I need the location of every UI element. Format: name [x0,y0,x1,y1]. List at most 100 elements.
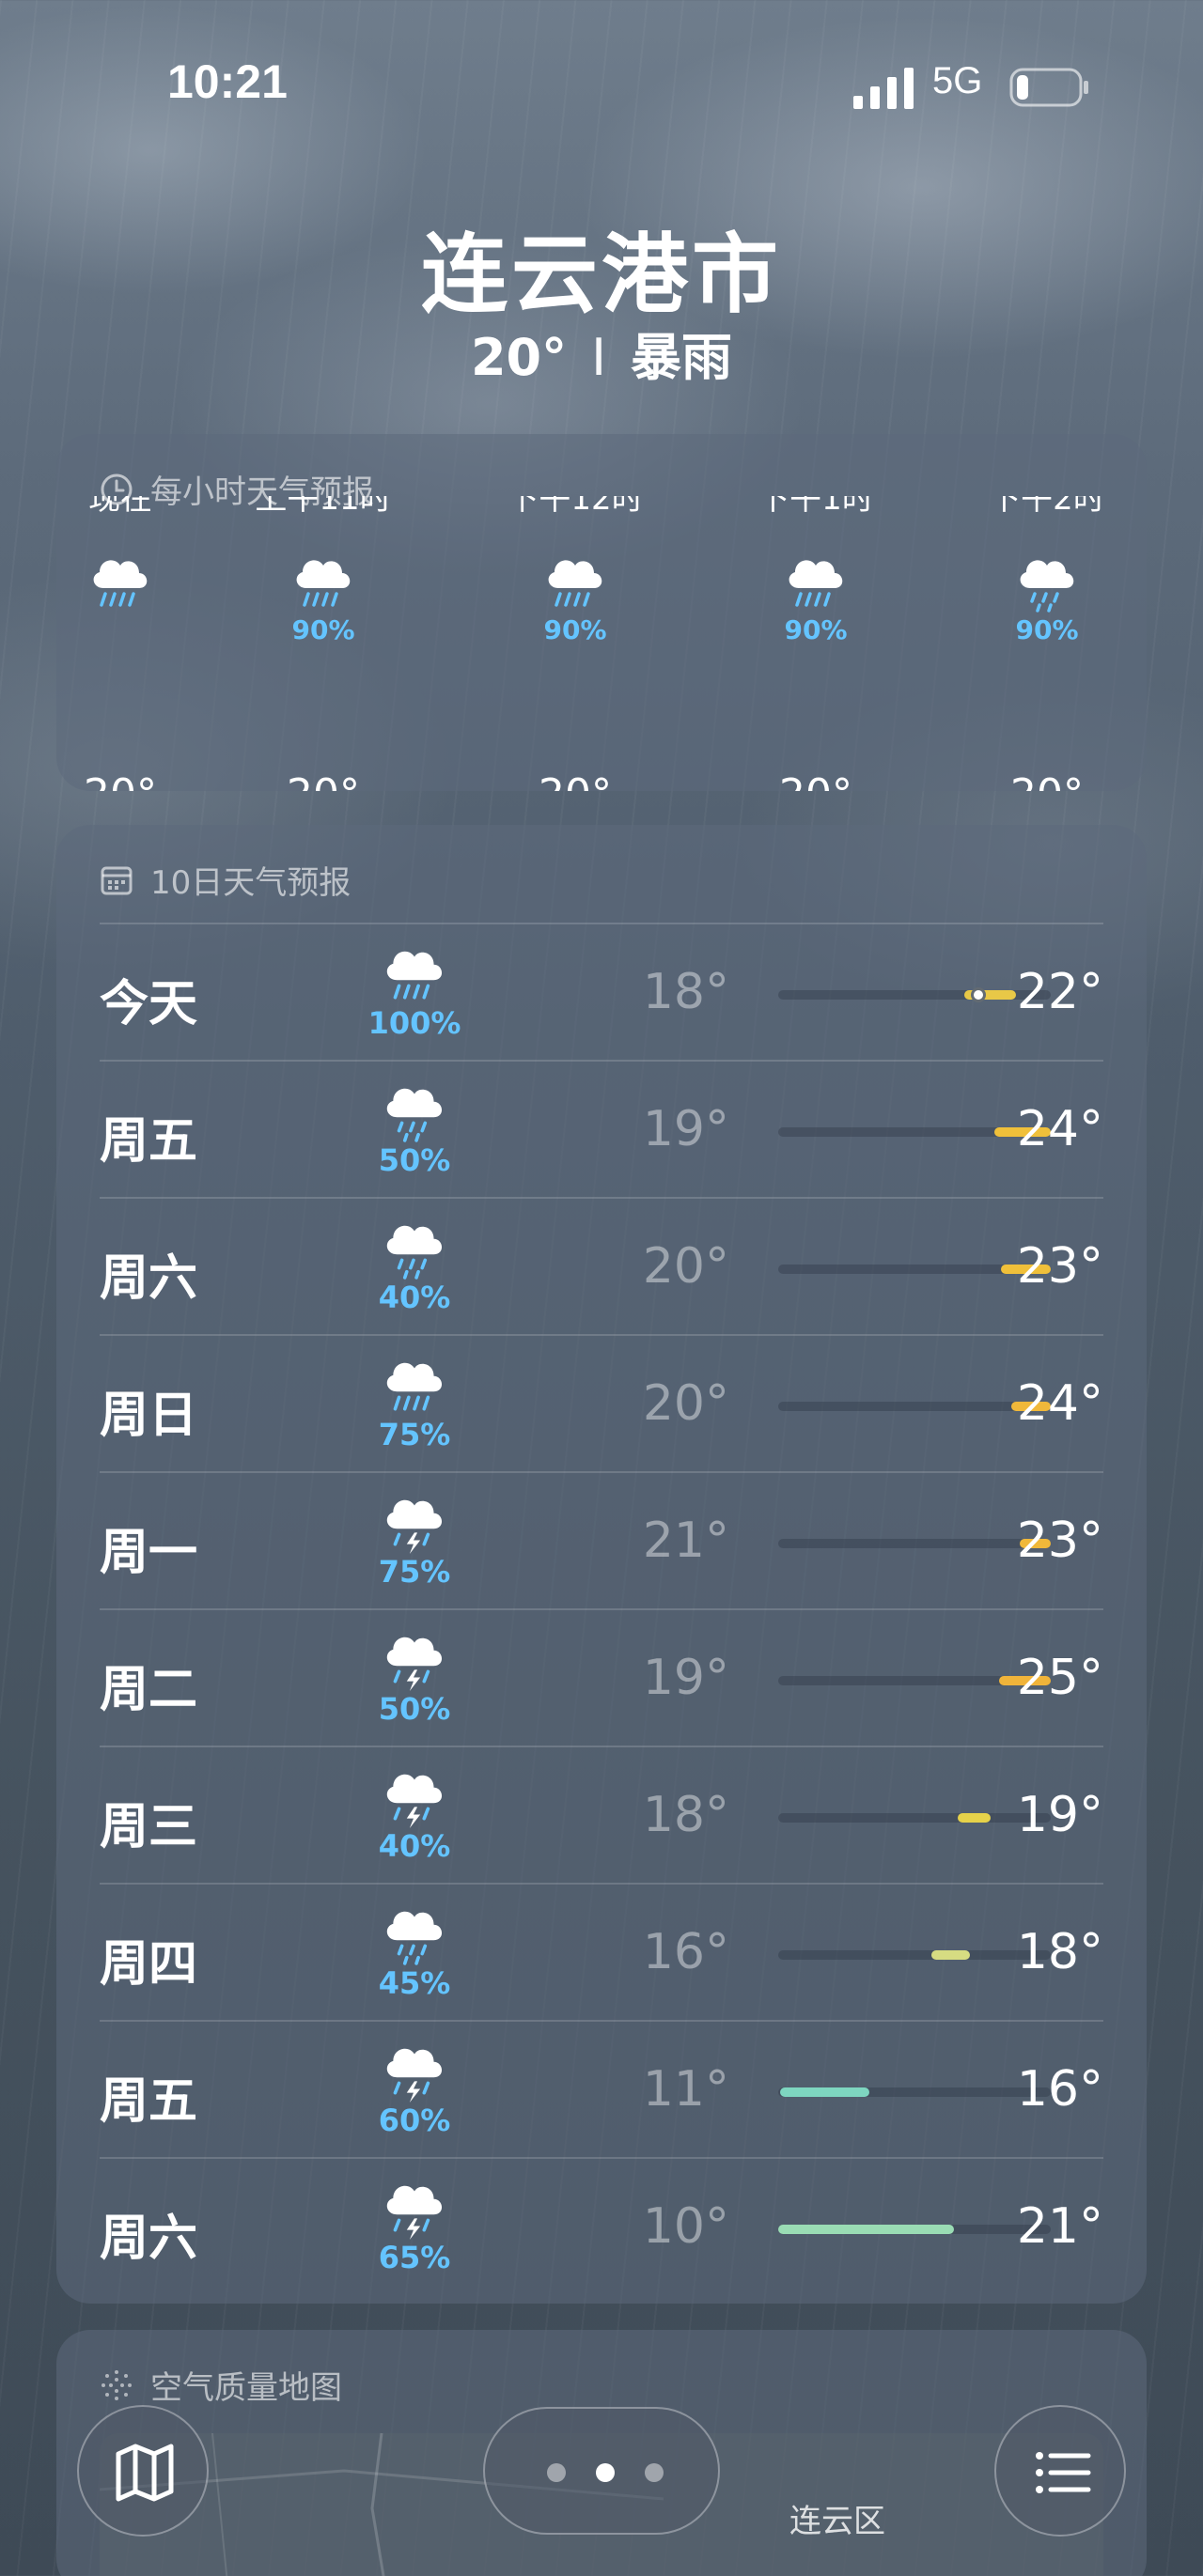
day-high-temp: 24° [1016,1375,1103,1432]
day-low-temp: 19° [642,1650,729,1706]
thunderstorm-icon [372,1761,457,1830]
hour-item: 下午1时 90% 20° [741,496,891,791]
page-dot[interactable] [596,2463,615,2482]
day-low-temp: 20° [642,1238,729,1295]
day-row[interactable]: 周四 45% 16° 18° [100,1883,1103,2020]
day-row[interactable]: 今天 100% 18° 22° [100,923,1103,1060]
day-row[interactable]: 周日 75% 20° 24° [100,1334,1103,1471]
hour-label: 下午12时 [507,496,644,518]
day-low-temp: 11° [642,2061,729,2118]
current-conditions: 20° I 暴雨 [0,316,1203,390]
day-low-temp: 16° [642,1924,729,1980]
day-low-temp: 20° [642,1375,729,1432]
day-precip: 50% [378,1691,451,1727]
day-row[interactable]: 周五 60% 11° 16° [100,2020,1103,2157]
district-label: 连云区 [789,2503,885,2540]
hour-precip: 90% [291,614,355,645]
day-row[interactable]: 周二 50% 19° 25° [100,1608,1103,1746]
day-name: 周日 [100,1388,198,1444]
day-high-temp: 19° [1016,1787,1103,1843]
hour-item: 现在 20° [56,496,195,791]
hour-precip: 90% [1015,614,1079,645]
temperature-range-fill [778,2225,955,2234]
hour-label: 下午2时 [989,496,1105,518]
day-name: 今天 [100,976,198,1032]
day-name: 周一 [100,1525,198,1581]
day-precip: 45% [378,1965,451,2001]
hour-item: 上午11时 90% 20° [248,496,398,791]
day-row[interactable]: 周六 65% 10° 21° [100,2157,1103,2294]
heavy-rain-icon [83,547,158,614]
day-name: 周五 [100,1113,198,1170]
day-precip: 40% [378,1280,451,1315]
heavy-rain-icon [372,938,457,1007]
day-row[interactable]: 周五 50% 19° 24° [100,1060,1103,1197]
air-quality-title: 空气质量地图 [150,2369,342,2407]
network-type: 5G [932,60,983,101]
day-high-temp: 23° [1016,1513,1103,1569]
heavy-rain-icon [538,547,613,614]
thunderstorm-icon [372,1623,457,1693]
list-button[interactable] [994,2405,1126,2537]
current-condition: 暴雨 [631,328,733,387]
map-icon [116,2444,174,2502]
rain-icon [1009,547,1085,614]
heavy-rain-icon [286,547,361,614]
day-precip: 75% [378,1554,451,1590]
page-dot[interactable] [547,2463,566,2482]
heavy-rain-icon [778,547,853,614]
thunderstorm-icon [372,2035,457,2104]
hour-temperature: 20° [248,770,398,791]
day-precip: 75% [378,1417,451,1452]
hour-label: 现在 [88,496,152,518]
day-high-temp: 21° [1016,2198,1103,2255]
thunderstorm-icon [372,2172,457,2242]
day-precip: 40% [378,1828,451,1864]
day-row[interactable]: 周一 75% 21° 23° [100,1471,1103,1608]
day-low-temp: 18° [642,1787,729,1843]
day-low-temp: 19° [642,1101,729,1157]
day-precip: 65% [378,2240,451,2275]
air-quality-header: 空气质量地图 [100,2362,342,2408]
day-high-temp: 25° [1016,1650,1103,1706]
status-bar: 10:21 5G [0,54,1203,120]
day-high-temp: 16° [1016,2061,1103,2118]
day-name: 周六 [100,2211,198,2267]
daily-forecast-header: 10日天气预报 [100,857,351,903]
day-high-temp: 24° [1016,1101,1103,1157]
day-name: 周四 [100,1936,198,1993]
day-precip: 100% [367,1005,461,1041]
day-name: 周二 [100,1662,198,1718]
day-row[interactable]: 周三 40% 18° 19° [100,1746,1103,1883]
current-temperature: 20° [470,328,568,387]
separator: I [591,328,607,387]
status-time: 10:21 [167,55,288,108]
thunderstorm-icon [372,1486,457,1556]
city-name: 连云港市 [420,225,782,325]
page-indicator[interactable] [483,2407,720,2535]
rain-icon [372,1212,457,1281]
hour-precip [56,614,195,644]
day-low-temp: 21° [642,1513,729,1569]
daily-forecast-card[interactable]: 10日天气预报 今天 100% 18° 22° 周五 50% 19° 24° 周六 40% 20° 2… [56,825,1147,2304]
hour-temperature: 20° [741,770,891,791]
battery-icon [1009,68,1088,107]
hour-temperature: 20° [500,770,650,791]
rain-icon [372,1075,457,1144]
daily-forecast-title: 10日天气预报 [150,864,352,902]
map-button[interactable] [77,2405,209,2537]
hour-item: 下午2时 90% 20° [972,496,1122,791]
signal-bars-icon [853,68,914,109]
day-name: 周三 [100,1799,198,1855]
page-dot[interactable] [645,2463,664,2482]
day-row[interactable]: 周六 40% 20° 23° [100,1197,1103,1334]
calendar-icon [101,866,133,894]
list-icon [1036,2452,1091,2493]
hour-precip: 90% [543,614,607,645]
hourly-forecast-card[interactable]: 每小时天气预报 现在20°上午11时90%20°下午12时90%20°下午1时9… [56,434,1147,791]
day-high-temp: 22° [1016,964,1103,1020]
hour-temperature: 20° [56,770,195,791]
day-precip: 50% [378,1142,451,1178]
hour-temperature: 20° [972,770,1122,791]
temperature-range-fill [779,2087,870,2097]
